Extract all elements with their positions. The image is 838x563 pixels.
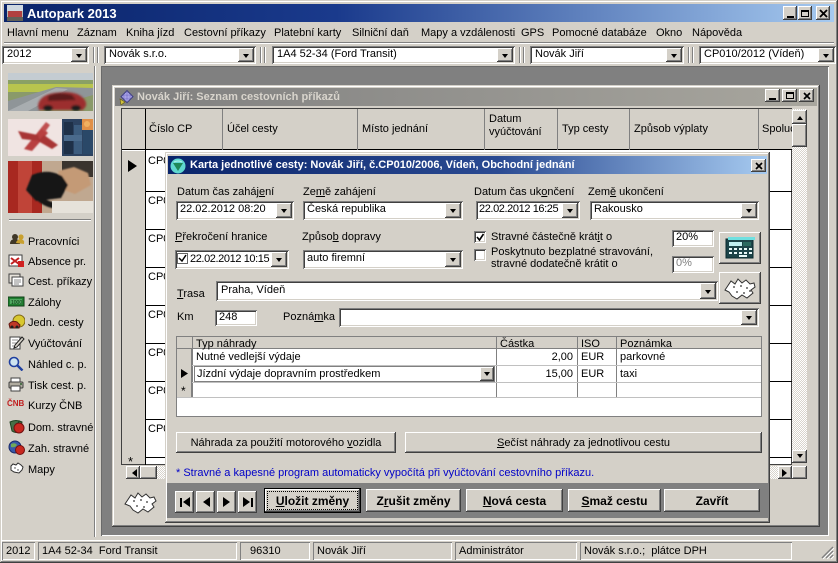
svg-text:1000: 1000 [11,300,22,306]
